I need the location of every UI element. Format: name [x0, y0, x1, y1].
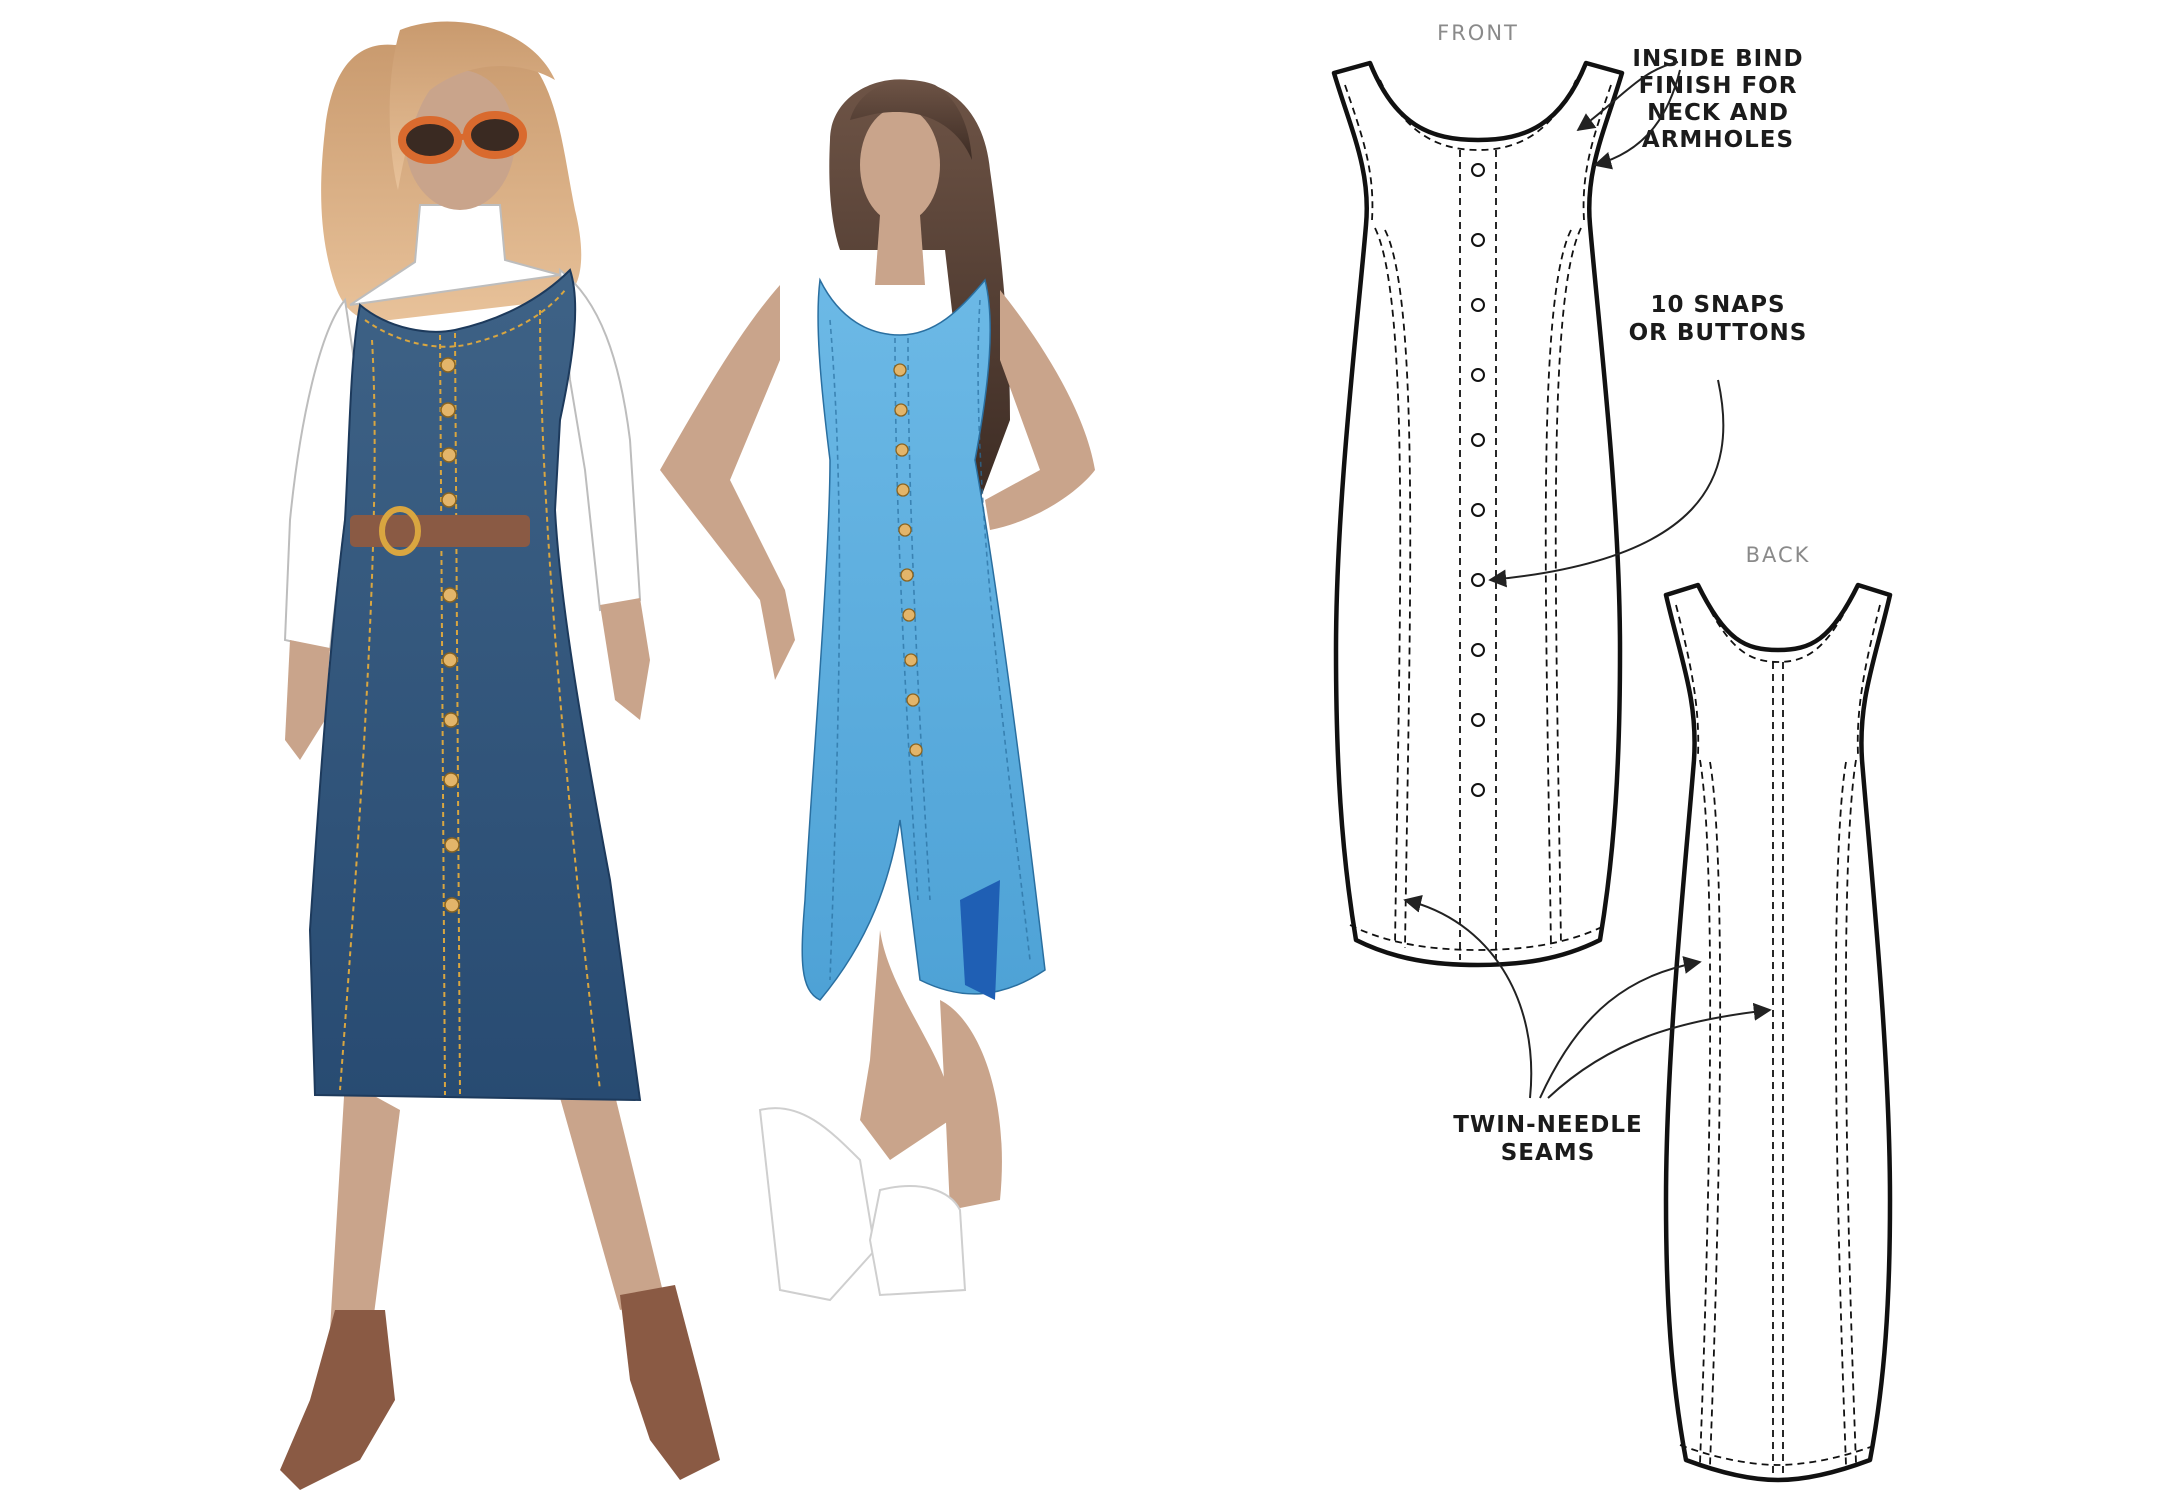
model-dark-denim: [280, 21, 720, 1490]
arrow-to-back-centre-seam: [1547, 1002, 1772, 1099]
front-view-label: FRONT: [1437, 21, 1519, 45]
model-light-denim: [660, 79, 1095, 1302]
callout-seams-line1: TWIN-NEEDLE: [1453, 1112, 1643, 1138]
front-flat: FRONT: [1331, 21, 1625, 968]
back-dress-outline: [1663, 582, 1893, 1483]
callout-seams-line2: SEAMS: [1501, 1140, 1596, 1166]
model1-belt: [350, 515, 530, 547]
back-flat: BACK: [1663, 543, 1893, 1483]
callout-bind-line2: FINISH FOR: [1639, 73, 1798, 99]
back-view-label: BACK: [1746, 543, 1811, 567]
model2-sneaker-left: [758, 1107, 877, 1302]
callout-snaps-line1: 10 SNAPS: [1650, 292, 1785, 318]
model2-neck: [875, 215, 925, 285]
arrow-to-front-seam: [1403, 894, 1533, 1099]
model2-face: [860, 107, 940, 223]
model2-arm-left: [660, 285, 795, 680]
model1-boot-right: [620, 1285, 720, 1480]
model1-legs: [330, 1075, 665, 1330]
callout-bind-line4: ARMHOLES: [1642, 127, 1794, 153]
model2-lining: [960, 880, 1000, 1000]
callout-snaps-line2: OR BUTTONS: [1629, 320, 1808, 346]
callout-snaps: 10 SNAPS OR BUTTONS: [1488, 292, 1808, 588]
model2-sneaker-right: [868, 1185, 967, 1297]
front-snaps: [1471, 163, 1485, 797]
pattern-illustration: FRONT BACK INSIDE BIND FINISH FOR NECK A…: [280, 21, 1893, 1490]
model1-boot-left: [280, 1310, 395, 1490]
callout-seams: TWIN-NEEDLE SEAMS: [1403, 894, 1772, 1166]
model1-hand-right: [600, 598, 650, 720]
